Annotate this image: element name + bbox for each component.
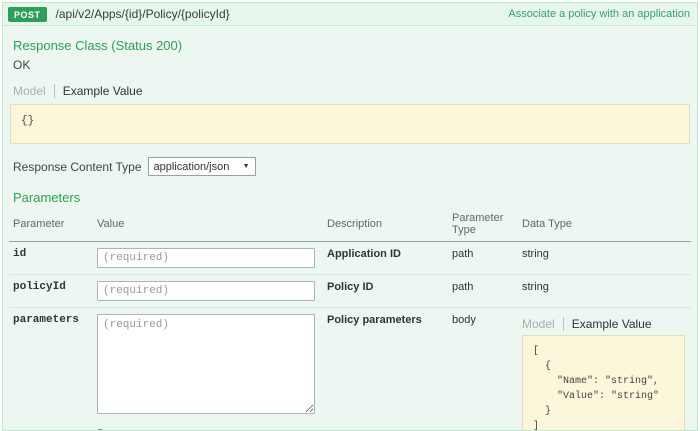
body-param-tabs: Model Example Value bbox=[522, 314, 687, 335]
chevron-down-icon: ▼ bbox=[243, 163, 250, 170]
response-content-type-row: Response Content Type application/json ▼ bbox=[9, 144, 691, 178]
body-param-example-snippet: [ { "Name": "string", "Value": "string" … bbox=[522, 335, 685, 431]
param-type: path bbox=[448, 275, 518, 308]
table-row-parameters: parameters Parameter content type: appli… bbox=[9, 308, 691, 431]
param-type: path bbox=[448, 242, 518, 275]
id-value-input[interactable] bbox=[97, 248, 315, 268]
response-content-type-value: application/json bbox=[154, 161, 230, 173]
tab-example-value[interactable]: Example Value bbox=[563, 317, 660, 331]
operation-content: Response Class (Status 200) OK Model Exa… bbox=[2, 26, 698, 431]
response-class-description: OK bbox=[9, 53, 691, 72]
parameters-table: Parameter Value Description Parameter Ty… bbox=[9, 207, 691, 431]
column-header-parameter-type: Parameter Type bbox=[448, 207, 518, 242]
param-description: Policy ID bbox=[323, 275, 448, 308]
column-header-description: Description bbox=[323, 207, 448, 242]
tab-model[interactable]: Model bbox=[13, 84, 54, 98]
response-content-type-select[interactable]: application/json ▼ bbox=[148, 157, 256, 176]
response-class-title: Response Class (Status 200) bbox=[9, 26, 691, 53]
policyId-value-input[interactable] bbox=[97, 281, 315, 301]
operation-heading-bar[interactable]: POST /api/v2/Apps/{id}/Policy/{policyId}… bbox=[2, 2, 698, 26]
param-type: body bbox=[448, 308, 518, 431]
swagger-operation-panel: POST /api/v2/Apps/{id}/Policy/{policyId}… bbox=[2, 2, 698, 431]
tab-example-value[interactable]: Example Value bbox=[54, 84, 151, 98]
response-example-snippet: {} bbox=[10, 104, 690, 144]
column-header-value: Value bbox=[93, 207, 323, 242]
param-name: policyId bbox=[9, 275, 93, 308]
tab-model[interactable]: Model bbox=[522, 317, 563, 331]
param-data-type: string bbox=[518, 242, 691, 275]
endpoint-path[interactable]: /api/v2/Apps/{id}/Policy/{policyId} bbox=[56, 7, 509, 21]
param-description: Application ID bbox=[323, 242, 448, 275]
param-description: Policy parameters bbox=[323, 308, 448, 431]
parameters-value-textarea[interactable] bbox=[97, 314, 315, 414]
param-data-type: string bbox=[518, 275, 691, 308]
param-name: id bbox=[9, 242, 93, 275]
table-header-row: Parameter Value Description Parameter Ty… bbox=[9, 207, 691, 242]
table-row-id: id Application ID path string bbox=[9, 242, 691, 275]
table-row-policyId: policyId Policy ID path string bbox=[9, 275, 691, 308]
http-method-badge[interactable]: POST bbox=[8, 7, 47, 22]
column-header-parameter: Parameter bbox=[9, 207, 93, 242]
parameters-title: Parameters bbox=[9, 178, 691, 205]
operation-summary-link[interactable]: Associate a policy with an application bbox=[508, 8, 690, 20]
param-name: parameters bbox=[9, 308, 93, 431]
column-header-data-type: Data Type bbox=[518, 207, 691, 242]
response-content-type-label: Response Content Type bbox=[13, 160, 142, 174]
response-class-tabs: Model Example Value bbox=[9, 72, 691, 104]
